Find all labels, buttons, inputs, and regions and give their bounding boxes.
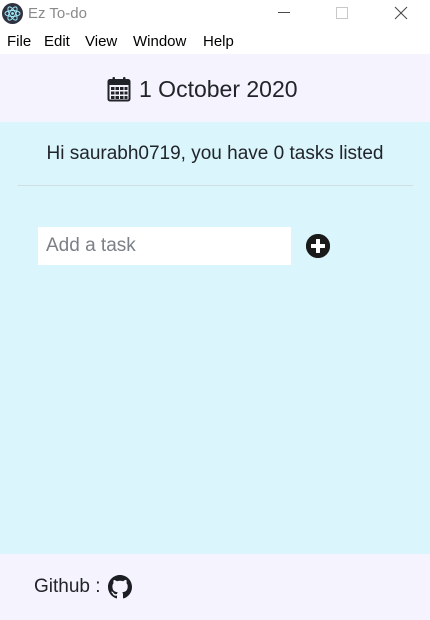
minimize-button[interactable] — [261, 0, 307, 28]
github-link[interactable]: Github : — [34, 575, 132, 599]
title-bar: Ez To-do — [0, 0, 430, 28]
electron-app-icon — [2, 3, 23, 24]
close-icon — [394, 6, 408, 20]
menu-bar: File Edit View Window Help — [0, 28, 430, 54]
divider — [18, 185, 413, 186]
calendar-icon — [107, 77, 131, 102]
menu-help[interactable]: Help — [203, 33, 234, 50]
current-date: 1 October 2020 — [139, 75, 298, 102]
date-header: 1 October 2020 — [0, 54, 430, 122]
add-task-button[interactable] — [306, 234, 330, 258]
footer: Github : — [0, 554, 430, 620]
minimize-icon — [278, 12, 290, 13]
maximize-button[interactable] — [318, 0, 364, 28]
menu-view[interactable]: View — [85, 33, 117, 50]
github-icon[interactable] — [107, 575, 132, 599]
main-panel: Hi saurabh0719, you have 0 tasks listed — [0, 122, 430, 554]
close-button[interactable] — [378, 0, 424, 28]
menu-file[interactable]: File — [7, 33, 31, 50]
date-display: 1 October 2020 — [107, 75, 298, 103]
menu-window[interactable]: Window — [133, 33, 186, 50]
greeting-text: Hi saurabh0719, you have 0 tasks listed — [46, 143, 384, 164]
github-label: Github : — [34, 576, 101, 597]
window-title: Ez To-do — [28, 5, 87, 22]
plus-circle-icon — [306, 234, 330, 258]
menu-edit[interactable]: Edit — [44, 33, 70, 50]
maximize-icon — [336, 7, 348, 19]
add-task-input[interactable] — [38, 227, 291, 265]
